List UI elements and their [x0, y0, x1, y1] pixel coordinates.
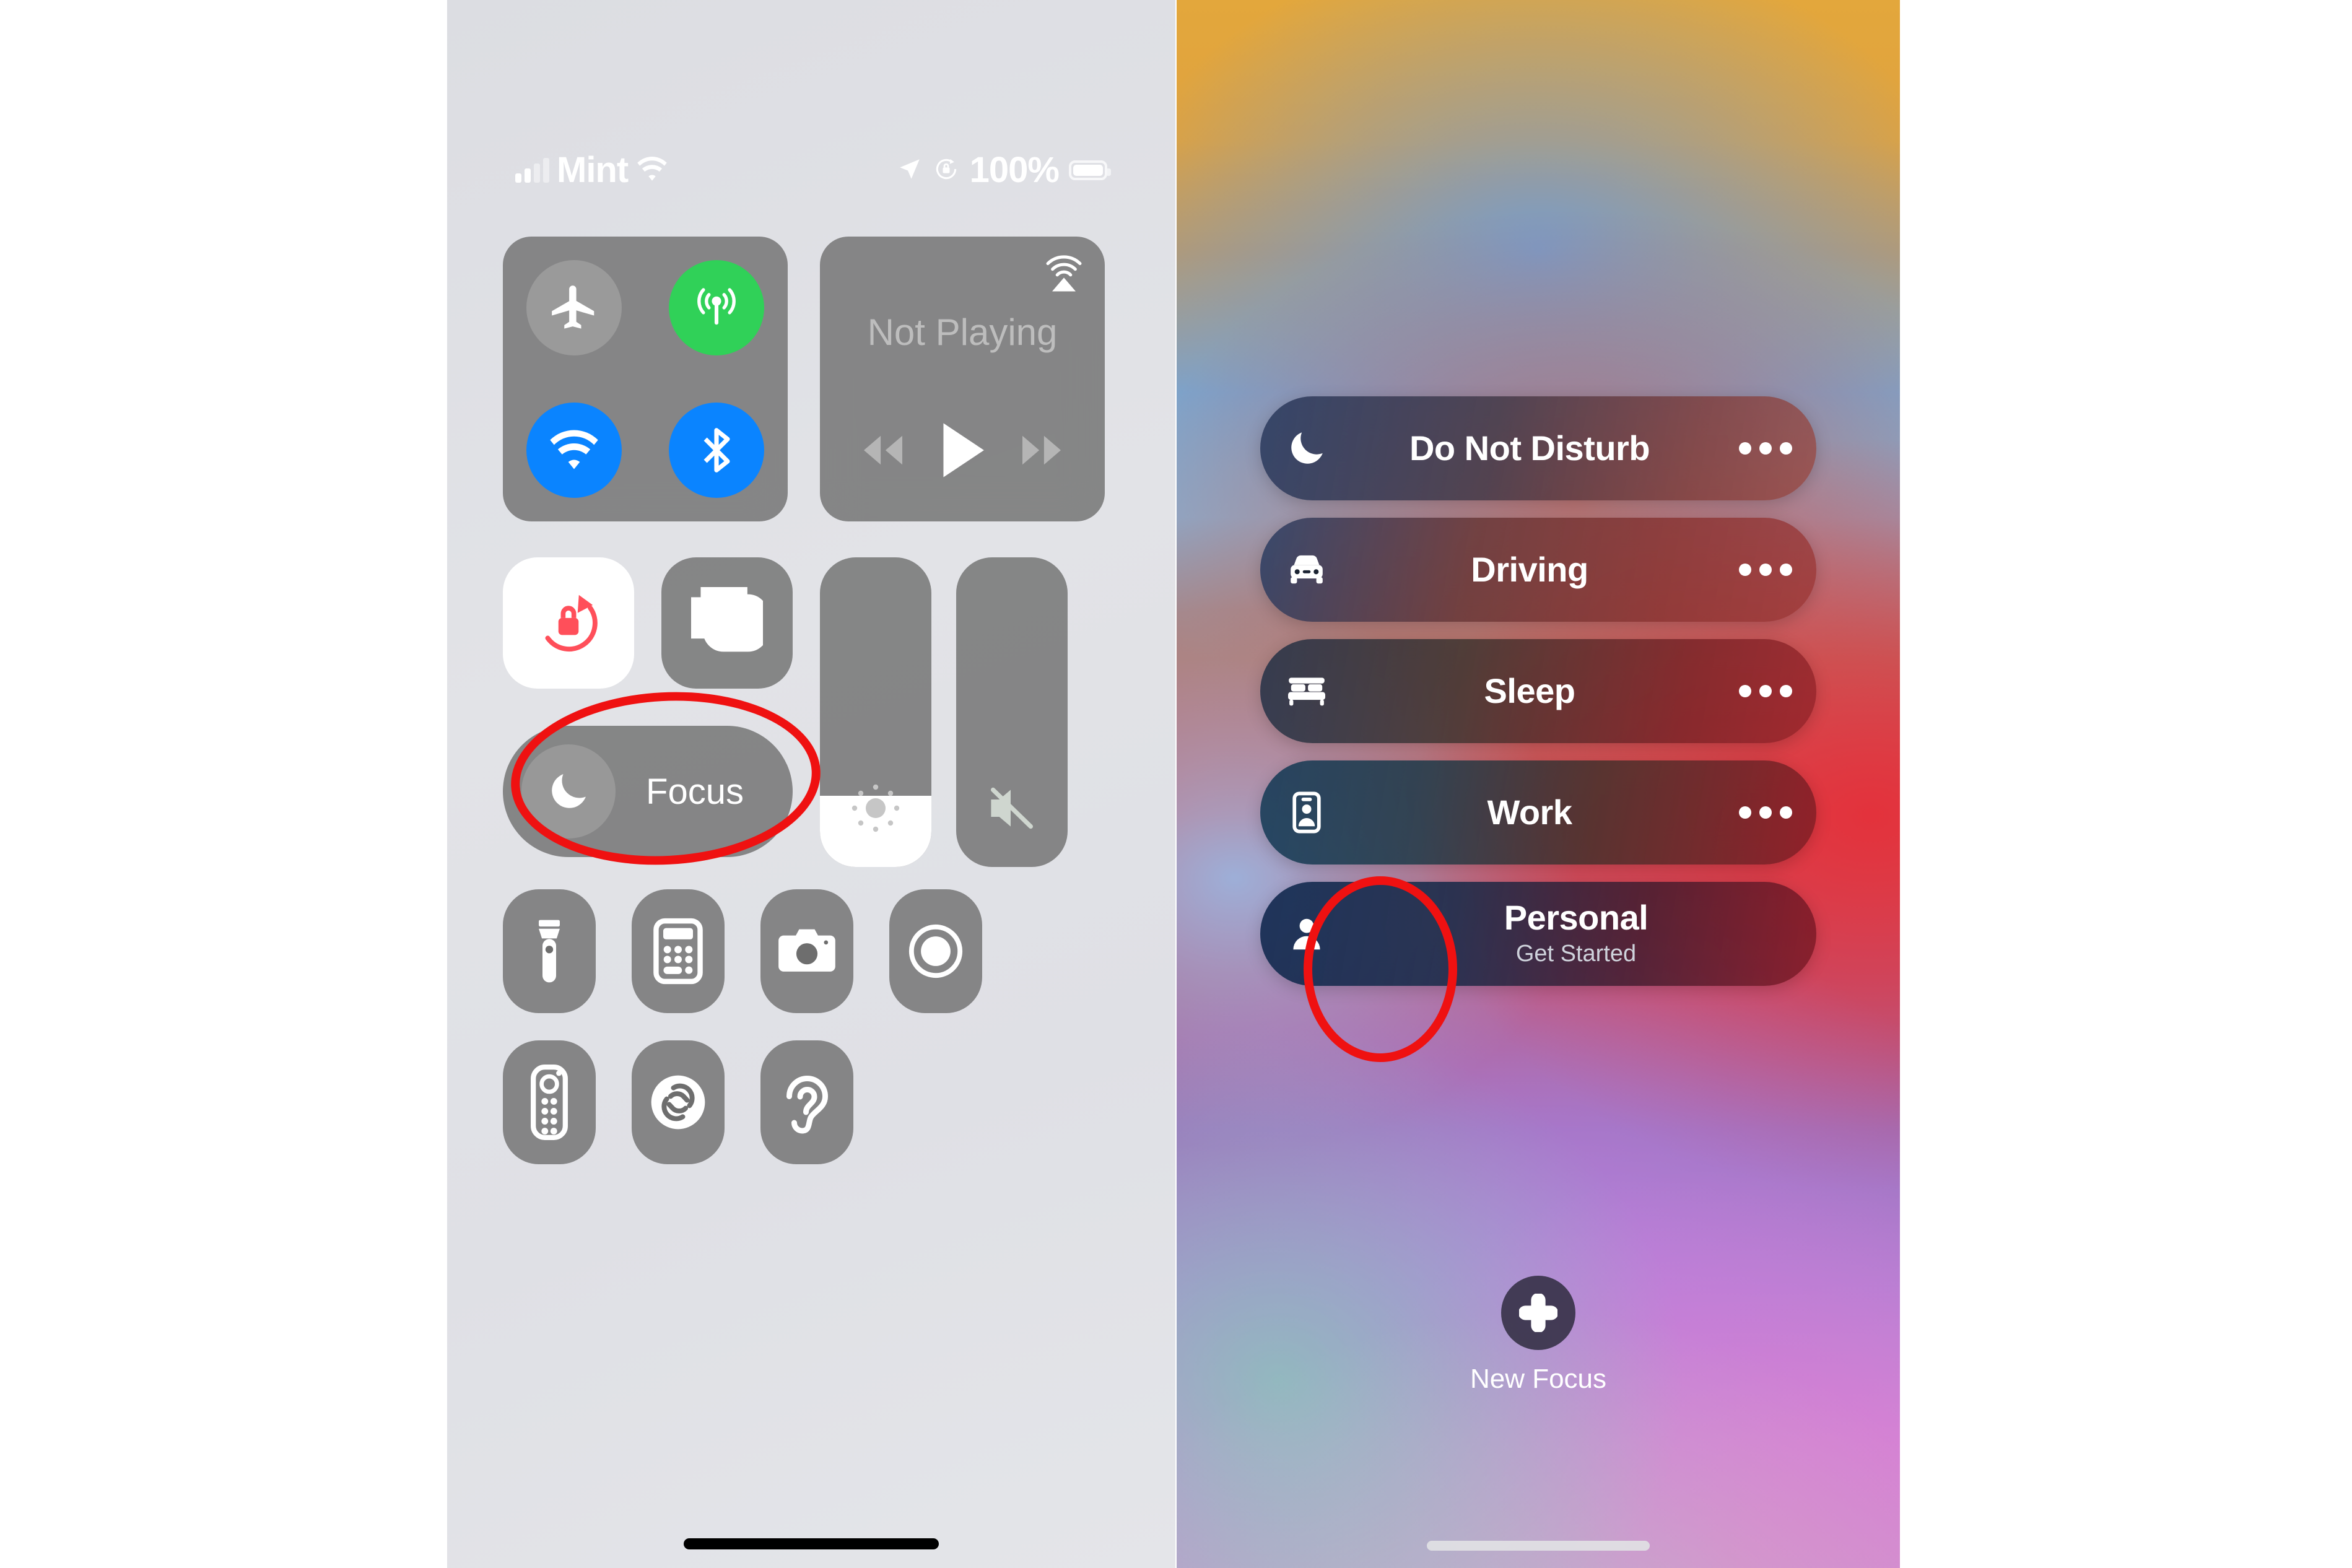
- wifi-icon: [635, 155, 669, 186]
- connectivity-module: [503, 237, 788, 521]
- new-focus-button[interactable]: [1501, 1276, 1575, 1350]
- focus-row-title: Driving: [1471, 549, 1588, 589]
- moon-icon: [521, 744, 616, 838]
- plus-icon: [1519, 1294, 1557, 1332]
- screen-mirroring-button[interactable]: [661, 557, 793, 689]
- focus-row-sleep[interactable]: Sleep: [1260, 639, 1816, 743]
- bluetooth-icon: [703, 428, 730, 473]
- focus-row-title: Personal: [1504, 897, 1649, 937]
- ear-icon: [786, 1076, 829, 1134]
- camera-button[interactable]: [760, 889, 853, 1013]
- focus-row-do-not-disturb[interactable]: Do Not Disturb: [1260, 396, 1816, 500]
- focus-row-text: Work: [1344, 793, 1715, 832]
- focus-more-button[interactable]: [1723, 685, 1816, 697]
- focus-more-button[interactable]: [1723, 442, 1816, 455]
- focus-modes-panel: Do Not Disturb Driving Sleep Work Person…: [1177, 0, 1900, 1568]
- status-bar-left: Mint: [515, 142, 669, 198]
- brightness-slider[interactable]: [820, 557, 931, 867]
- battery-full-icon: [1069, 160, 1111, 180]
- shazam-button[interactable]: [632, 1040, 725, 1164]
- screen-record-icon: [908, 924, 963, 978]
- rewind-button[interactable]: [853, 431, 913, 473]
- focus-button[interactable]: Focus: [503, 726, 793, 857]
- airplane-mode-button[interactable]: [526, 260, 622, 355]
- focus-more-button[interactable]: [1723, 564, 1816, 576]
- focus-row-driving[interactable]: Driving: [1260, 518, 1816, 622]
- wifi-icon: [550, 430, 598, 469]
- focus-row-work[interactable]: Work: [1260, 760, 1816, 865]
- cellular-data-button[interactable]: [669, 260, 764, 355]
- focus-row-subtitle: Get Started: [1515, 940, 1637, 967]
- cellular-antenna-icon: [697, 288, 736, 325]
- calculator-button[interactable]: [632, 889, 725, 1013]
- now-playing-title: Not Playing: [867, 311, 1058, 353]
- focus-row-text: Do Not Disturb: [1344, 429, 1715, 468]
- focus-more-button[interactable]: [1723, 806, 1816, 819]
- brightness-icon: [820, 749, 931, 867]
- apple-tv-remote-icon: [531, 1065, 568, 1140]
- media-transport-controls: [820, 420, 1105, 483]
- cellular-bars-icon: [515, 158, 549, 183]
- screen-record-button[interactable]: [889, 889, 982, 1013]
- location-arrow-icon: [897, 156, 923, 185]
- shortcut-row-2: [503, 1040, 1122, 1164]
- hearing-button[interactable]: [760, 1040, 853, 1164]
- battery-percent-label: 100%: [969, 150, 1060, 190]
- shazam-icon: [651, 1075, 705, 1130]
- flashlight-icon: [539, 920, 560, 983]
- volume-mute-icon: [956, 749, 1068, 867]
- focus-row-title: Work: [1487, 792, 1573, 832]
- shortcut-row-1: [503, 889, 1122, 1013]
- home-indicator[interactable]: [684, 1538, 939, 1549]
- control-center-panel: Mint 100% Not Playing Focus: [447, 0, 1175, 1568]
- car-icon: [1260, 547, 1353, 592]
- bed-icon: [1260, 669, 1353, 713]
- new-focus-block: New Focus: [1177, 1276, 1900, 1395]
- screen-mirroring-icon: [691, 587, 763, 652]
- shortcut-grid: [503, 889, 1122, 1191]
- rotation-lock-icon: [545, 595, 598, 651]
- screenshot-stage: Mint 100% Not Playing Focus Do Not Distu…: [0, 0, 2352, 1568]
- fast-forward-button[interactable]: [1012, 431, 1071, 473]
- play-button[interactable]: [936, 420, 989, 483]
- focus-row-personal[interactable]: Personal Get Started: [1260, 882, 1816, 986]
- focus-row-title: Sleep: [1484, 671, 1575, 710]
- id-badge-icon: [1260, 790, 1353, 835]
- focus-row-title: Do Not Disturb: [1409, 428, 1650, 468]
- focus-button-label: Focus: [646, 771, 744, 812]
- new-focus-label: New Focus: [1470, 1364, 1607, 1394]
- flashlight-button[interactable]: [503, 889, 596, 1013]
- rotation-lock-icon: [933, 155, 960, 186]
- status-bar: Mint 100%: [447, 142, 1175, 198]
- bluetooth-button[interactable]: [669, 403, 764, 498]
- now-playing-module: Not Playing: [820, 237, 1105, 521]
- wifi-button[interactable]: [526, 403, 622, 498]
- person-icon: [1260, 912, 1353, 956]
- apple-tv-remote-button[interactable]: [503, 1040, 596, 1164]
- volume-slider[interactable]: [956, 557, 1068, 867]
- home-indicator[interactable]: [1427, 1541, 1650, 1551]
- rotation-lock-button[interactable]: [503, 557, 634, 689]
- status-bar-right: 100%: [897, 142, 1111, 198]
- carrier-label: Mint: [557, 150, 629, 190]
- airplay-audio-icon[interactable]: [1040, 250, 1087, 297]
- airplane-icon: [552, 285, 595, 329]
- focus-row-text: Driving: [1344, 549, 1715, 590]
- calculator-icon: [653, 918, 703, 985]
- moon-icon: [1260, 426, 1353, 471]
- focus-row-text: Sleep: [1344, 671, 1715, 711]
- focus-row-text: Personal Get Started: [1344, 897, 1808, 969]
- camera-icon: [778, 929, 835, 972]
- focus-modes-list: Do Not Disturb Driving Sleep Work Person…: [1177, 396, 1900, 1003]
